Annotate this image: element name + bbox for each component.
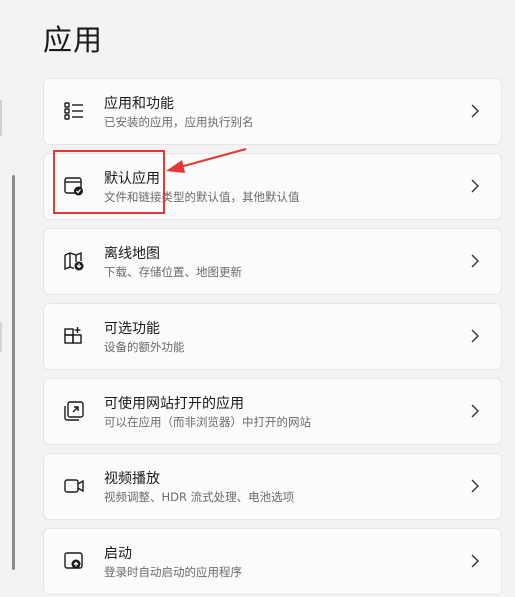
card-title: 离线地图: [104, 246, 160, 262]
chevron-right-icon: [469, 553, 481, 569]
apps-for-websites-card[interactable]: 可使用网站打开的应用 可以在应用（而非浏览器）中打开的网站: [43, 378, 502, 445]
card-title: 可使用网站打开的应用: [104, 396, 244, 412]
card-title: 启动: [104, 546, 132, 562]
apps-for-websites-icon: [63, 400, 85, 422]
card-title: 视频播放: [104, 471, 160, 487]
scrollbar[interactable]: [12, 175, 15, 570]
card-title: 可选功能: [104, 321, 160, 337]
chevron-right-icon: [469, 403, 481, 419]
card-title: 应用和功能: [104, 96, 174, 112]
nav-pane-edge-mid: [0, 322, 2, 352]
apps-list-icon: [63, 100, 85, 122]
chevron-right-icon: [469, 478, 481, 494]
settings-apps-page: 应用 应用和功能 已安装的应用，应用执行别名 默认应用 文件和链接类型的默认值，…: [0, 0, 515, 597]
chevron-right-icon: [469, 253, 481, 269]
optional-features-card[interactable]: 可选功能 设备的额外功能: [43, 303, 502, 370]
optional-features-icon: [63, 325, 85, 347]
card-subtitle: 已安装的应用，应用执行别名: [104, 115, 254, 129]
startup-card[interactable]: 启动 登录时自动启动的应用程序: [43, 528, 502, 595]
card-subtitle: 视频调整、HDR 流式处理、电池选项: [104, 490, 295, 504]
card-subtitle: 下载、存储位置、地图更新: [104, 265, 242, 279]
video-playback-icon: [63, 475, 85, 497]
offline-maps-card[interactable]: 离线地图 下载、存储位置、地图更新: [43, 228, 502, 295]
chevron-right-icon: [469, 328, 481, 344]
page-title: 应用: [43, 23, 104, 57]
offline-maps-icon: [63, 250, 85, 272]
card-subtitle: 登录时自动启动的应用程序: [104, 565, 242, 579]
card-subtitle: 设备的额外功能: [104, 340, 185, 354]
nav-pane-edge: [0, 100, 2, 136]
chevron-right-icon: [469, 178, 481, 194]
chevron-right-icon: [469, 103, 481, 119]
card-subtitle: 可以在应用（而非浏览器）中打开的网站: [104, 415, 311, 429]
annotation-highlight-box: [53, 150, 165, 214]
apps-and-features-card[interactable]: 应用和功能 已安装的应用，应用执行别名: [43, 78, 502, 145]
annotation-arrow-icon: [166, 147, 247, 173]
video-playback-card[interactable]: 视频播放 视频调整、HDR 流式处理、电池选项: [43, 453, 502, 520]
startup-icon: [63, 550, 85, 572]
